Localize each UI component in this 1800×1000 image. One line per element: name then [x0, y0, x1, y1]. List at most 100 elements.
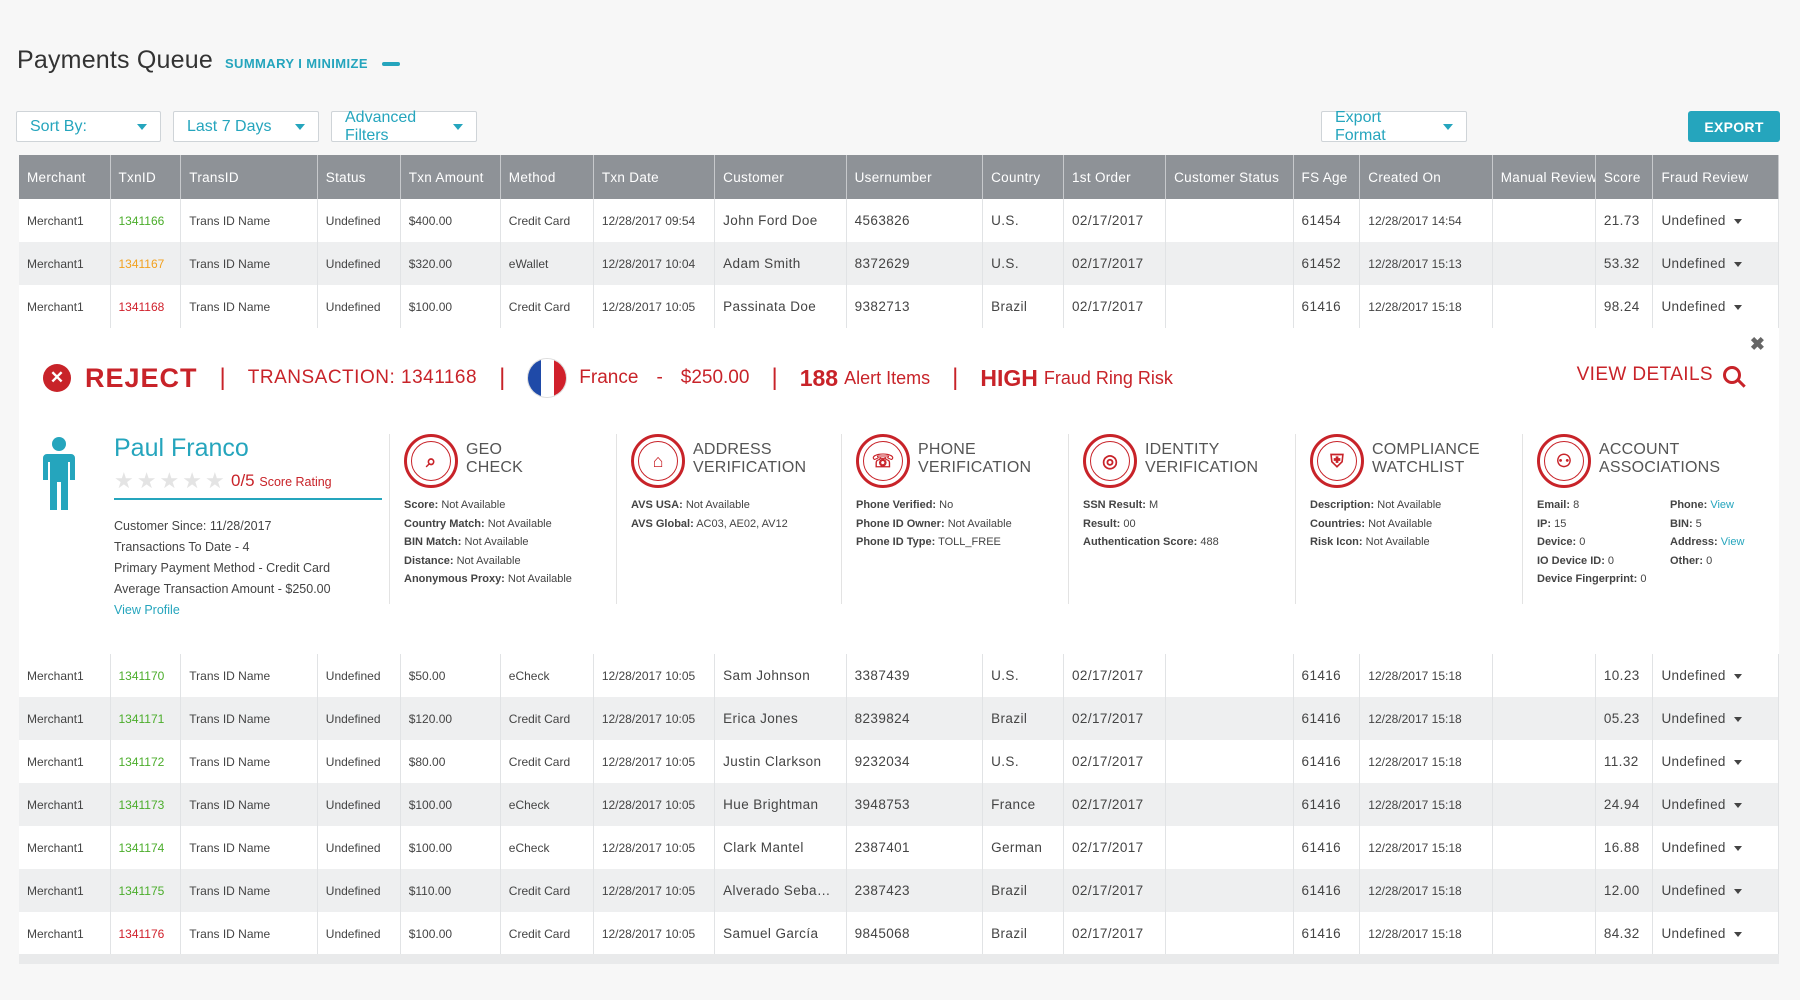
detail-value: 00 [1123, 517, 1136, 530]
column-header[interactable]: Fraud Review [1652, 155, 1779, 199]
france-flag-icon [527, 358, 568, 398]
cell-method: Credit Card [500, 199, 594, 242]
table-row[interactable]: Merchant1 1341175 Trans ID Name Undefined $1… [19, 869, 1779, 912]
column-header[interactable]: FS Age [1293, 155, 1361, 199]
table-row[interactable]: Merchant1 1341172 Trans ID Name Undefined $8… [19, 740, 1779, 783]
cell-score: 24.94 [1595, 783, 1654, 826]
transaction-summary: TRANSACTION: 1341168 [248, 367, 477, 389]
search-icon [1723, 366, 1741, 384]
summary-minimize-link[interactable]: SUMMARY I MINIMIZE [225, 56, 368, 71]
column-header[interactable]: Score [1595, 155, 1654, 199]
column-header[interactable]: Country [982, 155, 1064, 199]
detail-key: Email: [1537, 499, 1571, 511]
table-row[interactable]: Merchant1 1341176 Trans ID Name Undefined $1… [19, 912, 1779, 955]
cell-customer-status [1165, 783, 1294, 826]
cell-status: Undefined [317, 826, 401, 869]
star-icon: ★ [182, 468, 205, 493]
column-header[interactable]: Txn Date [593, 155, 716, 199]
decision-label: REJECT [85, 362, 198, 393]
close-icon[interactable]: ✖ [1750, 334, 1765, 355]
column-header[interactable]: Merchant [19, 155, 111, 199]
cell-fraud-review[interactable]: Undefined [1652, 869, 1779, 912]
export-button[interactable]: EXPORT [1688, 111, 1780, 142]
detail-value[interactable]: View [1710, 499, 1734, 511]
cell-txnid: 1341167 [110, 242, 182, 285]
sort-by-dropdown[interactable]: Sort By: [16, 111, 161, 142]
table-row[interactable]: Merchant1 1341167 Trans ID Name Undefined $3… [19, 242, 1779, 285]
detail-key: Phone ID Owner: [856, 517, 945, 530]
detail-value: TOLL_FREE [938, 536, 1001, 548]
column-header[interactable]: TransID [180, 155, 318, 199]
column-header[interactable]: Customer Status [1165, 155, 1294, 199]
cell-transid: Trans ID Name [180, 783, 318, 826]
cell-status: Undefined [317, 654, 401, 697]
detail-line: IO Device ID: 0 [1537, 552, 1670, 571]
cell-fraud-review[interactable]: Undefined [1652, 826, 1779, 869]
column-header[interactable]: TxnID [110, 155, 182, 199]
table-row[interactable]: Merchant1 1341166 Trans ID Name Undefined $4… [19, 199, 1779, 242]
cell-manual-review [1492, 783, 1596, 826]
cell-amount: $100.00 [400, 826, 501, 869]
column-header[interactable]: 1st Order [1063, 155, 1167, 199]
cell-fraud-review[interactable]: Undefined [1652, 783, 1779, 826]
column-header[interactable]: Created On [1359, 155, 1493, 199]
cell-method: eCheck [500, 654, 594, 697]
address-verification-title: ADDRESS VERIFICATION [693, 441, 806, 477]
table-row[interactable]: Merchant1 1341174 Trans ID Name Undefined $1… [19, 826, 1779, 869]
export-format-dropdown[interactable]: Export Format [1321, 109, 1467, 144]
column-header[interactable]: Usernumber [846, 155, 984, 199]
column-header[interactable]: Txn Amount [400, 155, 501, 199]
cell-first-order: 02/17/2017 [1063, 783, 1167, 826]
cell-fraud-review[interactable]: Undefined [1652, 697, 1779, 740]
cell-fs-age: 61416 [1293, 740, 1361, 783]
advanced-filters-dropdown[interactable]: Advanced Filters [331, 109, 477, 144]
cell-fraud-review[interactable]: Undefined [1652, 285, 1779, 328]
table-row[interactable]: Merchant1 1341173 Trans ID Name Undefined $1… [19, 783, 1779, 826]
chevron-down-icon [453, 123, 463, 130]
cell-manual-review [1492, 654, 1596, 697]
detail-key: IP: [1537, 517, 1552, 530]
column-header[interactable]: Customer [714, 155, 847, 199]
cell-fs-age: 61454 [1293, 199, 1361, 242]
cell-fraud-review[interactable]: Undefined [1652, 242, 1779, 285]
column-header[interactable]: Manual Review [1492, 155, 1596, 199]
cell-merchant: Merchant1 [19, 826, 111, 869]
detail-line: Country Match: Not Available [404, 515, 572, 534]
cell-created-on: 12/28/2017 15:18 [1359, 285, 1493, 328]
date-range-dropdown[interactable]: Last 7 Days [173, 111, 319, 142]
title-line: VERIFICATION [918, 459, 1032, 476]
cell-amount: $400.00 [400, 199, 501, 242]
cell-fraud-review[interactable]: Undefined [1652, 740, 1779, 783]
cell-method: Credit Card [500, 697, 594, 740]
title-line: GEO [466, 441, 503, 458]
detail-value: AC03, AE02, AV12 [696, 517, 788, 530]
cell-txnid: 1341175 [110, 869, 182, 912]
cell-txn-date: 12/28/2017 10:05 [593, 654, 716, 697]
view-details-link[interactable]: VIEW DETAILS [1577, 364, 1741, 386]
cell-first-order: 02/17/2017 [1063, 912, 1167, 955]
cell-fraud-review[interactable]: Undefined [1652, 912, 1779, 955]
table-row[interactable]: Merchant1 1341168 Trans ID Name Undefined $1… [19, 285, 1779, 328]
detail-key: Authentication Score: [1083, 536, 1198, 548]
minimize-icon[interactable] [381, 61, 400, 66]
cell-fraud-review[interactable]: Undefined [1652, 199, 1779, 242]
column-header[interactable]: Method [500, 155, 594, 199]
cell-merchant: Merchant1 [19, 912, 111, 955]
cell-first-order: 02/17/2017 [1063, 740, 1167, 783]
view-profile-link[interactable]: View Profile [114, 600, 331, 621]
cell-created-on: 12/28/2017 15:18 [1359, 740, 1493, 783]
customer-name[interactable]: Paul Franco [114, 434, 249, 463]
table-row[interactable]: Merchant1 1341171 Trans ID Name Undefined $1… [19, 697, 1779, 740]
table-row[interactable]: Merchant1 1341170 Trans ID Name Undefined $5… [19, 654, 1779, 697]
cell-country: U.S. [982, 740, 1064, 783]
cell-manual-review [1492, 826, 1596, 869]
detail-value[interactable]: View [1721, 536, 1745, 548]
flag-stripe [553, 359, 567, 397]
title-line: VERIFICATION [693, 459, 807, 476]
detail-line: Description: Not Available [1310, 496, 1480, 515]
cell-amount: $100.00 [400, 783, 501, 826]
cell-merchant: Merchant1 [19, 199, 111, 242]
cell-fraud-review[interactable]: Undefined [1652, 654, 1779, 697]
cell-merchant: Merchant1 [19, 242, 111, 285]
column-header[interactable]: Status [317, 155, 401, 199]
